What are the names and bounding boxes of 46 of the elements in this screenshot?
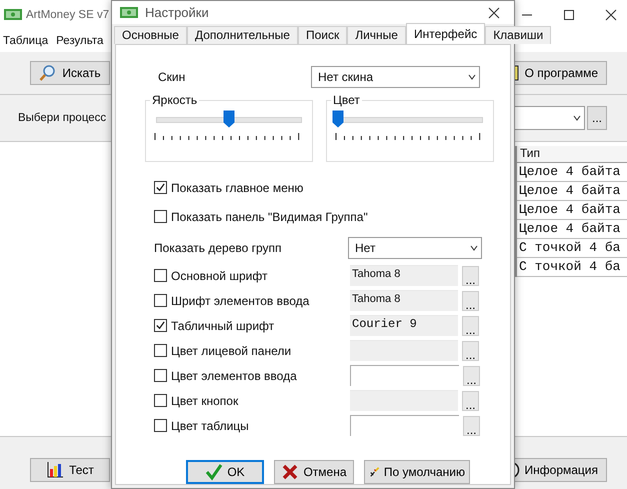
checkbox-label: Табличный шрифт [171, 318, 276, 332]
menu-item[interactable]: Таблица [3, 35, 48, 47]
group-label: Цвет [331, 93, 362, 107]
tab[interactable]: Личные [347, 26, 406, 44]
toolbar-button[interactable]: Искать [30, 61, 110, 85]
checkbox-label: Шрифт элементов ввода [171, 294, 310, 308]
table-cell: Целое 4 байта [517, 163, 627, 182]
group-label: Яркость [150, 93, 200, 107]
checkbox-label: Цвет лицевой панели [171, 344, 292, 358]
dialog-title: Настройки [145, 5, 209, 20]
checkbox-label: Показать главное меню [171, 180, 304, 194]
tab[interactable]: Поиск [298, 26, 348, 44]
table-cell: Целое 4 байта [517, 201, 627, 220]
checkbox-label: Основной шрифт [171, 268, 268, 282]
skin-label: Скин [157, 70, 186, 84]
browse-button[interactable]: ... [462, 390, 479, 410]
checkbox-label: Показать панель "Видимая Группа" [171, 210, 368, 224]
skin-dropdown[interactable]: Нет скина [311, 66, 480, 88]
bottom-button[interactable]: Тест [30, 458, 110, 482]
checkbox-label: Цвет элементов ввода [171, 368, 298, 382]
checkbox-label: Цвет таблицы [171, 418, 250, 432]
table-cell: Целое 4 байта [517, 182, 627, 201]
browse-button[interactable]: ... [587, 106, 607, 130]
checkbox-label: Цвет кнопок [171, 394, 240, 408]
process-label: Выбери процесс [18, 112, 108, 124]
table-cell: С точкой 4 ба [517, 258, 627, 277]
dialog-button[interactable]: По умолчанию [364, 460, 470, 484]
tab[interactable]: Интерфейс [406, 23, 486, 44]
table-cell: С точкой 4 ба [517, 239, 627, 258]
browse-button[interactable]: ... [463, 366, 480, 386]
tab[interactable]: Основные [114, 26, 187, 44]
browse-button[interactable]: ... [462, 266, 479, 286]
group-tree-label: Показать дерево групп [154, 241, 283, 255]
dialog-button[interactable]: OK [186, 460, 264, 484]
tab[interactable]: Клавиши [485, 26, 552, 44]
menu-item[interactable]: Результа [56, 35, 104, 47]
window-title: ArtMoney SE v7 [26, 9, 110, 21]
browse-button[interactable]: ... [463, 416, 480, 436]
dialog-button[interactable]: Отмена [274, 460, 354, 484]
browse-button[interactable]: ... [462, 290, 479, 310]
tab[interactable]: Дополнительные [186, 26, 298, 44]
column-header[interactable]: Тип [517, 146, 627, 163]
table-cell: Целое 4 байта [517, 220, 627, 239]
group-tree-dropdown[interactable]: Нет [348, 237, 482, 259]
browse-button[interactable]: ... [462, 340, 479, 360]
browse-button[interactable]: ... [462, 316, 479, 336]
